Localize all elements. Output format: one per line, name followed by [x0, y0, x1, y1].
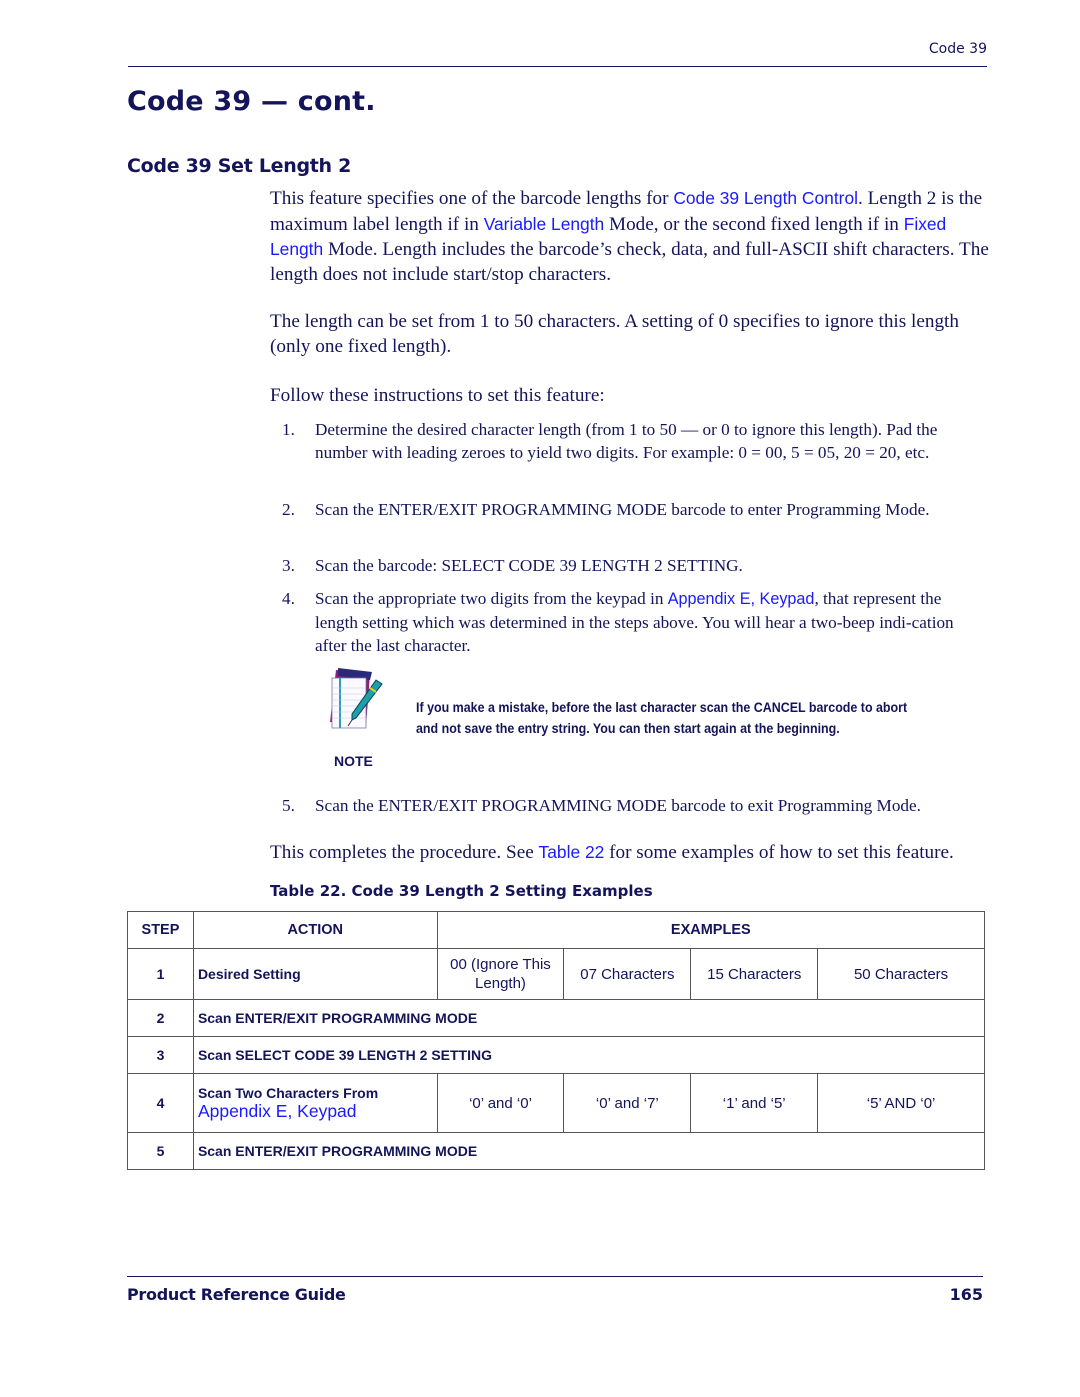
intro-paragraph: This feature specifies one of the barcod…: [270, 186, 990, 287]
conclusion-paragraph: This completes the procedure. See Table …: [270, 840, 954, 865]
page-number: 165: [949, 1285, 983, 1304]
step-number: 4.: [282, 589, 295, 608]
step-number: 5.: [282, 796, 295, 815]
text-run: This feature specifies one of the barcod…: [270, 188, 674, 209]
step-item: 2. Scan the ENTER/EXIT PROGRAMMING MODE …: [270, 498, 982, 521]
table-header-row: STEP ACTION EXAMPLES: [127, 911, 986, 949]
action-cell: Desired Setting: [192, 948, 438, 1000]
example-cell: 15 Characters: [690, 948, 819, 1000]
running-header: Code 39: [928, 41, 987, 57]
text-run: for some examples of how to set this fea…: [604, 842, 954, 863]
text-run: Mode, or the second fixed length if in: [604, 213, 904, 235]
text-run: This completes the procedure. See: [270, 842, 539, 863]
step-text: Scan the barcode: SELECT CODE 39 LENGTH …: [315, 556, 743, 575]
notepad-pen-icon: [326, 666, 386, 736]
table-row: 5 Scan ENTER/EXIT PROGRAMMING MODE: [127, 1132, 986, 1170]
step-number: 2.: [282, 500, 295, 519]
step-item: 5. Scan the ENTER/EXIT PROGRAMMING MODE …: [270, 794, 982, 817]
link-variable-length[interactable]: Variable Length: [484, 214, 605, 234]
link-appendix-e-keypad-table[interactable]: Appendix E, Keypad: [198, 1101, 437, 1122]
header-step: STEP: [127, 911, 194, 949]
settings-examples-table: STEP ACTION EXAMPLES 1 Desired Setting 0…: [127, 911, 986, 1170]
footer-title: Product Reference Guide: [127, 1285, 346, 1304]
step-item: 3. Scan the barcode: SELECT CODE 39 LENG…: [270, 554, 982, 577]
step-item: 1. Determine the desired character lengt…: [270, 418, 982, 464]
footer-rule: [127, 1276, 983, 1277]
text-run: Scan the appropriate two digits from the…: [315, 589, 668, 608]
table-row: 3 Scan SELECT CODE 39 LENGTH 2 SETTING: [127, 1036, 986, 1074]
step-number: 3.: [282, 556, 295, 575]
header-examples: EXAMPLES: [436, 911, 986, 949]
step-item: 4. Scan the appropriate two digits from …: [270, 587, 982, 657]
note-label: NOTE: [334, 753, 373, 769]
step-cell: 1: [127, 948, 194, 1000]
link-table-22[interactable]: Table 22: [539, 842, 605, 862]
note-text: If you make a mistake, before the last c…: [416, 700, 908, 736]
action-cell: Scan ENTER/EXIT PROGRAMMING MODE: [192, 999, 986, 1037]
example-cell: 00 (Ignore This Length): [436, 948, 565, 1000]
example-cell: ‘1’ and ‘5’: [690, 1073, 819, 1133]
action-cell: Scan ENTER/EXIT PROGRAMMING MODE: [192, 1132, 986, 1170]
example-cell: 07 Characters: [563, 948, 692, 1000]
instructions-intro: Follow these instructions to set this fe…: [270, 385, 605, 406]
example-cell: ‘0’ and ‘7’: [563, 1073, 692, 1133]
example-cell: ‘5’ AND ‘0’: [817, 1073, 985, 1133]
action-cell: Scan Two Characters From Appendix E, Keyp…: [192, 1073, 438, 1133]
step-text: Determine the desired character length (…: [315, 420, 938, 462]
table-row: 4 Scan Two Characters From Appendix E, Ke…: [127, 1073, 985, 1133]
action-cell: Scan SELECT CODE 39 LENGTH 2 SETTING: [192, 1036, 986, 1074]
link-appendix-e-keypad[interactable]: Appendix E, Keypad: [668, 590, 815, 608]
step-text: Scan the appropriate two digits from the…: [315, 587, 982, 657]
page-title: Code 39 — cont.: [127, 86, 376, 117]
text-run: Mode. Length includes the barcode’s chec…: [270, 239, 989, 285]
example-cell: ‘0’ and ‘0’: [436, 1073, 565, 1133]
length-range-paragraph: The length can be set from 1 to 50 chara…: [270, 311, 959, 357]
header-action: ACTION: [192, 911, 438, 949]
step-text: Scan the ENTER/EXIT PROGRAMMING MODE bar…: [315, 796, 921, 815]
step-cell: 5: [127, 1132, 194, 1170]
step-number: 1.: [282, 420, 295, 439]
example-cell: 50 Characters: [817, 948, 985, 1000]
section-title: Code 39 Set Length 2: [127, 155, 351, 177]
step-cell: 4: [127, 1073, 194, 1133]
link-code39-length-control[interactable]: Code 39 Length Control: [673, 188, 858, 208]
table-caption: Table 22. Code 39 Length 2 Setting Examp…: [270, 882, 653, 900]
table-row: 1 Desired Setting 00 (Ignore This Length…: [127, 948, 985, 1000]
table-row: 2 Scan ENTER/EXIT PROGRAMMING MODE: [127, 999, 986, 1037]
step-cell: 3: [127, 1036, 194, 1074]
action-text: Scan Two Characters From: [197, 1084, 379, 1101]
step-cell: 2: [127, 999, 194, 1037]
header-rule: [128, 66, 987, 67]
step-text: Scan the ENTER/EXIT PROGRAMMING MODE bar…: [315, 500, 930, 519]
